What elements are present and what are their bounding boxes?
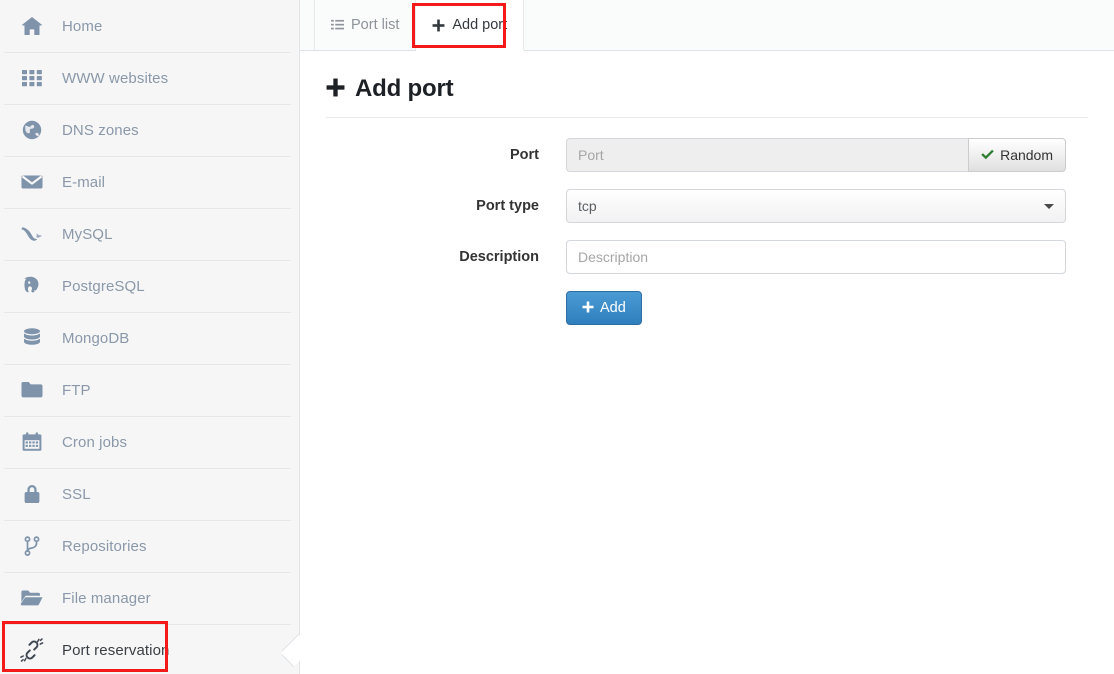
port-type-select-wrap: tcpudp — [566, 189, 1066, 223]
sidebar-item-label: Home — [62, 18, 102, 35]
tab-add-port[interactable]: Add port — [416, 0, 524, 51]
port-type-control: tcpudp — [566, 189, 1066, 223]
sidebar-item-label: DNS zones — [62, 122, 139, 139]
description-control — [566, 240, 1066, 274]
app-root: Home WWW websites — [0, 0, 1114, 674]
sidebar-item-postgresql[interactable]: PostgreSQL — [0, 260, 299, 312]
broken-chain-icon — [18, 636, 46, 664]
sidebar-item-label: MySQL — [62, 226, 113, 243]
add-button-label: Add — [600, 300, 626, 316]
port-label: Port — [326, 147, 566, 163]
dolphin-icon — [18, 220, 46, 248]
calendar-icon — [18, 428, 46, 456]
port-type-label: Port type — [326, 198, 566, 214]
sidebar: Home WWW websites — [0, 0, 300, 674]
sidebar-item-mysql[interactable]: MySQL — [0, 208, 299, 260]
port-control: Random — [566, 138, 1066, 172]
globe-icon — [18, 116, 46, 144]
page-title-text: Add port — [355, 75, 453, 103]
tab-label: Add port — [452, 17, 507, 33]
page-title: Add port — [326, 69, 1088, 117]
sidebar-item-ftp[interactable]: FTP — [0, 364, 299, 416]
sidebar-item-label: MongoDB — [62, 330, 129, 347]
database-icon — [18, 324, 46, 352]
sidebar-item-label: PostgreSQL — [62, 278, 145, 295]
tab-port-list[interactable]: Port list — [314, 0, 416, 50]
description-label: Description — [326, 249, 566, 265]
port-type-select[interactable]: tcpudp — [566, 189, 1066, 223]
plus-icon — [582, 300, 594, 316]
sidebar-item-label: SSL — [62, 486, 91, 503]
sidebar-item-label: File manager — [62, 590, 151, 607]
port-input[interactable] — [566, 138, 968, 172]
sidebar-item-mongodb[interactable]: MongoDB — [0, 312, 299, 364]
sidebar-item-label: Repositories — [62, 538, 147, 555]
sidebar-item-port-reservation[interactable]: Port reservation — [0, 624, 299, 674]
sidebar-item-repositories[interactable]: Repositories — [0, 520, 299, 572]
plus-icon — [432, 19, 445, 32]
sidebar-item-email[interactable]: E-mail — [0, 156, 299, 208]
tab-bar: Port list Add port — [300, 0, 1114, 51]
form-row-port-type: Port type tcpudp — [326, 189, 1088, 223]
sidebar-item-label: WWW websites — [62, 70, 168, 87]
sidebar-item-www-websites[interactable]: WWW websites — [0, 52, 299, 104]
form-row-description: Description — [326, 240, 1088, 274]
tab-label: Port list — [351, 17, 399, 33]
list-icon — [331, 19, 344, 32]
sidebar-item-ssl[interactable]: SSL — [0, 468, 299, 520]
folder-open-icon — [18, 584, 46, 612]
sidebar-item-label: E-mail — [62, 174, 105, 191]
sidebar-item-cron-jobs[interactable]: Cron jobs — [0, 416, 299, 468]
port-input-group: Random — [566, 138, 1066, 172]
sidebar-item-label: Cron jobs — [62, 434, 127, 451]
envelope-icon — [18, 168, 46, 196]
sidebar-item-dns-zones[interactable]: DNS zones — [0, 104, 299, 156]
sidebar-item-home[interactable]: Home — [0, 0, 299, 52]
form-row-submit: Add — [326, 291, 1088, 325]
sidebar-item-label: Port reservation — [62, 642, 169, 659]
sidebar-item-file-manager[interactable]: File manager — [0, 572, 299, 624]
sidebar-item-label: FTP — [62, 382, 91, 399]
check-icon — [981, 148, 994, 163]
title-divider — [326, 117, 1088, 118]
description-input[interactable] — [566, 240, 1066, 274]
code-branch-icon — [18, 532, 46, 560]
random-port-button[interactable]: Random — [968, 138, 1066, 172]
add-button[interactable]: Add — [566, 291, 642, 325]
main-content: Port list Add port — [300, 0, 1114, 674]
home-icon — [18, 12, 46, 40]
submit-control: Add — [566, 291, 1066, 325]
elephant-icon — [18, 272, 46, 300]
page-body: Add port Port — [300, 51, 1114, 325]
grid-icon — [18, 64, 46, 92]
plus-icon — [326, 78, 345, 101]
form-row-port: Port Random — [326, 138, 1088, 172]
lock-icon — [18, 480, 46, 508]
add-port-form: Port Random — [326, 138, 1088, 325]
random-port-label: Random — [1000, 147, 1053, 163]
folder-icon — [18, 376, 46, 404]
active-pointer-caret — [282, 622, 300, 674]
